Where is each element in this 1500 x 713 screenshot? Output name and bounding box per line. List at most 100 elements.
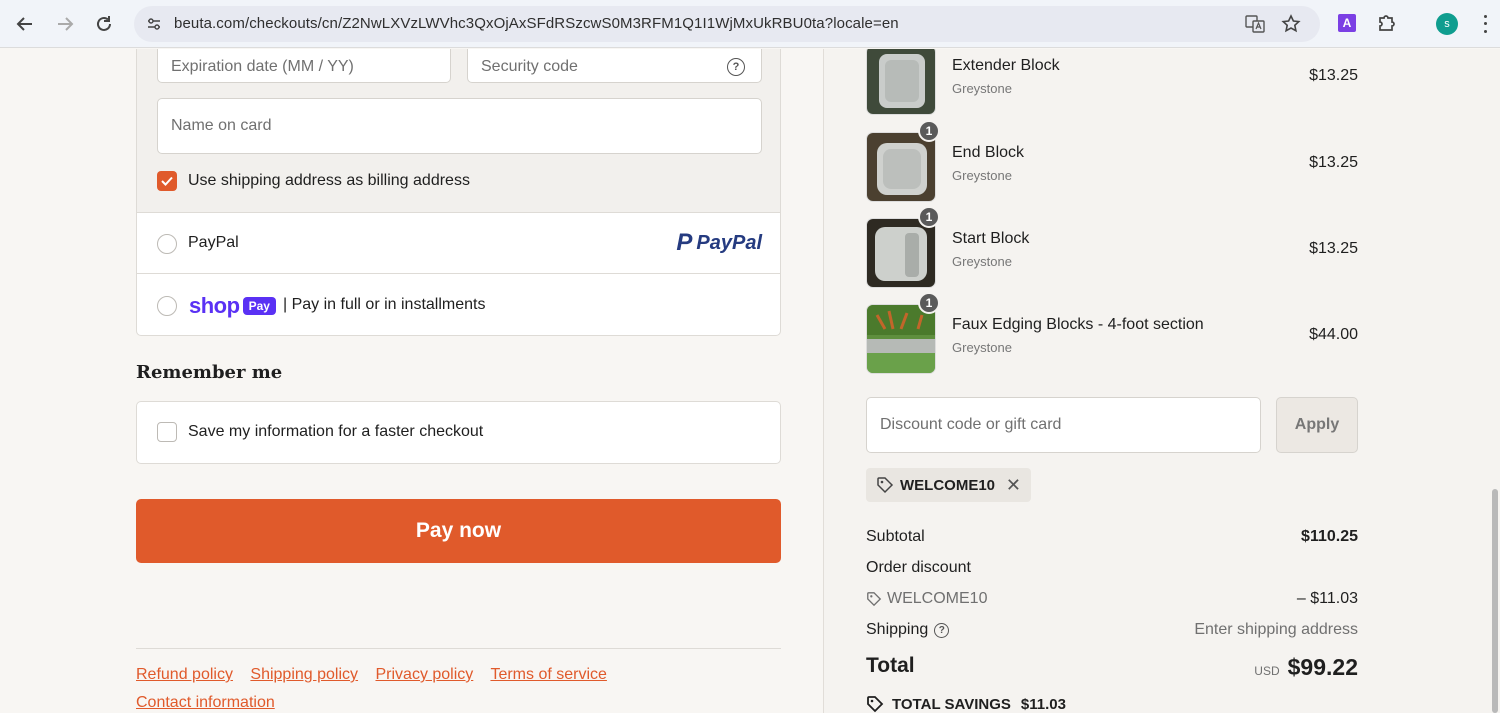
discount-code-input[interactable]: Discount code or gift card [866,397,1261,453]
privacy-policy-link[interactable]: Privacy policy [375,666,473,683]
footer-links-row2: Contact information [136,694,275,712]
applied-discount-chip: WELCOME10 ✕ [866,468,1031,502]
help-circle-icon[interactable]: ? [727,58,745,76]
order-discount-row: Order discount [866,559,1358,577]
product-image [866,304,936,374]
product-image [866,218,936,288]
shipping-label: Shipping [866,621,929,638]
total-value: $99.22 [1287,654,1358,680]
paypal-option[interactable]: PayPal P PayPal [136,212,781,274]
url-text: beuta.com/checkouts/cn/Z2NwLXVzLWVhc3QxO… [174,15,899,32]
refund-policy-link[interactable]: Refund policy [136,666,233,683]
bookmark-star-icon[interactable] [1280,13,1302,35]
paypal-logo: P PayPal [676,229,762,257]
shop-pay-radio[interactable] [157,296,177,316]
save-info-checkbox-row[interactable]: Save my information for a faster checkou… [157,422,483,442]
profile-avatar[interactable]: s [1436,13,1458,35]
savings-tag-icon [867,696,884,713]
currency-code: USD [1254,664,1280,678]
terms-of-service-link[interactable]: Terms of service [490,666,606,683]
total-savings-row: TOTAL SAVINGS $11.03 [866,695,1358,713]
remember-me-heading: Remember me [136,362,283,383]
credit-card-panel: Expiration date (MM / YY) Security code … [136,49,781,213]
discount-placeholder: Discount code or gift card [880,416,1062,433]
scrollbar-thumb[interactable] [1492,489,1498,713]
expiration-date-field[interactable]: Expiration date (MM / YY) [157,49,451,83]
save-info-checkbox[interactable] [157,422,177,442]
total-label: Total [866,654,915,677]
quantity-badge: 1 [918,120,940,142]
shop-pay-label: | Pay in full or in installments [283,296,486,313]
back-arrow-icon[interactable] [13,12,37,36]
checkout-form: Expiration date (MM / YY) Security code … [0,49,823,713]
discount-code-label: WELCOME10 [887,590,988,607]
remove-discount-icon[interactable]: ✕ [1006,475,1021,496]
discount-code-row: WELCOME10 – $11.03 [866,590,1358,608]
item-price: $13.25 [1309,240,1358,257]
item-price: $44.00 [1309,326,1358,343]
line-item: 1 End Block Greystone $13.25 [866,120,1358,202]
checkbox-checked-icon[interactable] [157,171,177,191]
shop-pay-badge: Pay [242,297,276,315]
paypal-logo-p: P [676,229,693,256]
item-name: Faux Edging Blocks - 4-foot section [952,316,1204,333]
shipping-value: Enter shipping address [1194,621,1358,638]
tag-icon [877,477,894,494]
site-settings-icon[interactable] [144,14,164,34]
paypal-radio[interactable] [157,234,177,254]
address-bar[interactable]: beuta.com/checkouts/cn/Z2NwLXVzLWVhc3QxO… [134,6,1320,42]
shipping-row: Shipping ? Enter shipping address [866,621,1358,639]
product-image [866,49,936,115]
product-image [866,132,936,202]
discount-value: – $11.03 [1296,590,1358,607]
item-variant: Greystone [952,340,1012,355]
applied-code: WELCOME10 [900,476,996,494]
remember-me-box: Save my information for a faster checkou… [136,401,781,464]
paypal-logo-text: PayPal [696,231,762,254]
order-summary: Extender Block Greystone $13.25 1 End Bl… [823,49,1500,713]
line-item: 1 Faux Edging Blocks - 4-foot section Gr… [866,292,1358,374]
total-row: Total USD $99.22 [866,654,1358,684]
billing-label: Use shipping address as billing address [188,172,470,189]
forward-arrow-icon[interactable] [53,12,77,36]
extensions-puzzle-icon[interactable] [1376,12,1398,34]
subtotal-label: Subtotal [866,528,925,545]
shop-pay-logo: shop Pay [189,293,276,319]
shop-pay-option[interactable]: shop Pay | Pay in full or in installment… [136,273,781,336]
expiration-placeholder: Expiration date (MM / YY) [171,58,354,75]
line-item: 1 Start Block Greystone $13.25 [866,206,1358,288]
item-variant: Greystone [952,254,1012,269]
apply-discount-button[interactable]: Apply [1276,397,1358,453]
billing-address-checkbox-row[interactable]: Use shipping address as billing address [157,171,470,191]
reload-icon[interactable] [92,12,116,36]
page-scrollbar[interactable] [1490,49,1500,713]
savings-value: $11.03 [1020,695,1066,713]
extension-a-icon[interactable]: A [1338,14,1356,32]
contact-information-link[interactable]: Contact information [136,694,275,711]
tag-icon [867,592,882,607]
item-name: Extender Block [952,57,1060,74]
footer-links: Refund policy Shipping policy Privacy po… [136,666,620,684]
save-info-label: Save my information for a faster checkou… [188,423,484,440]
shipping-help-icon[interactable]: ? [934,622,950,638]
item-price: $13.25 [1309,67,1358,84]
order-discount-label: Order discount [866,559,971,576]
pay-now-button[interactable]: Pay now [136,499,781,563]
translate-icon[interactable] [1244,13,1266,35]
security-code-field[interactable]: Security code ? [467,49,762,83]
line-item: Extender Block Greystone $13.25 [866,49,1358,115]
subtotal-value: $110.25 [1301,528,1358,545]
browser-toolbar: beuta.com/checkouts/cn/Z2NwLXVzLWVhc3QxO… [0,0,1500,48]
footer-divider [136,648,781,649]
browser-menu-icon[interactable] [1478,13,1492,35]
item-name: End Block [952,144,1025,161]
shop-word: shop [189,293,240,318]
item-variant: Greystone [952,81,1012,96]
item-price: $13.25 [1309,154,1358,171]
item-name: Start Block [952,230,1030,247]
name-on-card-field[interactable]: Name on card [157,98,762,154]
security-placeholder: Security code [481,58,578,75]
subtotal-row: Subtotal $110.25 [866,528,1358,546]
shipping-policy-link[interactable]: Shipping policy [250,666,358,683]
quantity-badge: 1 [918,206,940,228]
